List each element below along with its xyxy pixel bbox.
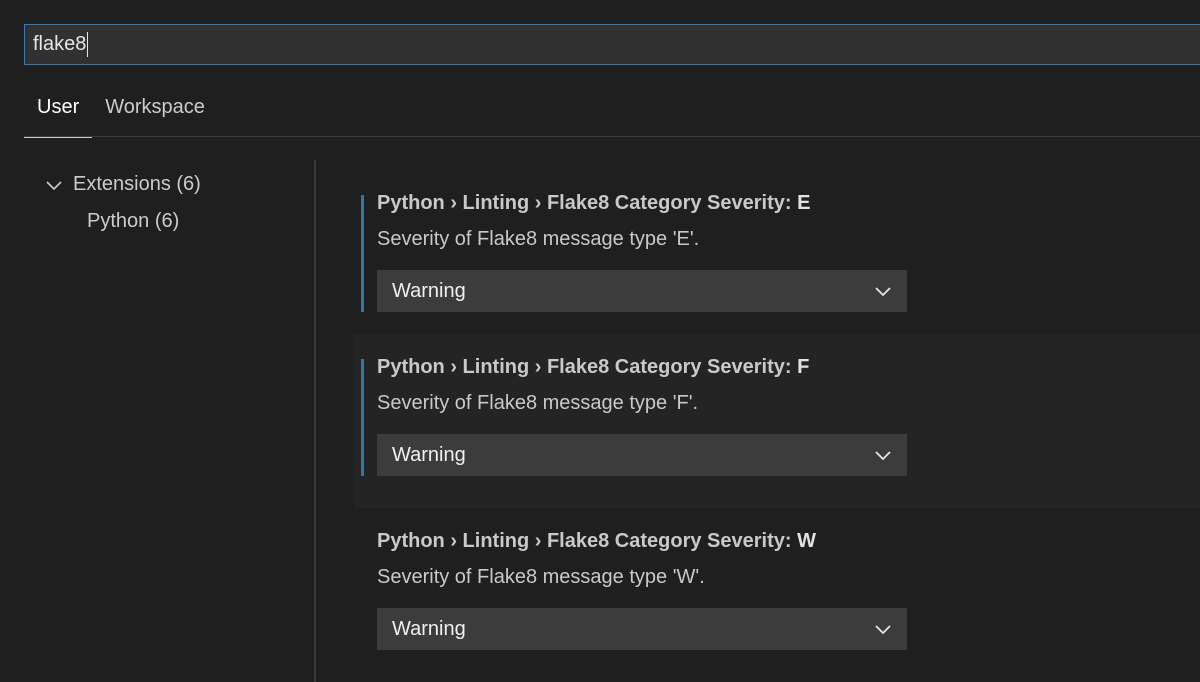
setting-key: E bbox=[797, 192, 811, 214]
settings-toc-tree: Extensions (6) Python (6) bbox=[44, 166, 201, 240]
setting-title: Python › Linting › Flake8 Category Sever… bbox=[377, 192, 810, 215]
setting-description: Severity of Flake8 message type 'E'. bbox=[377, 228, 700, 250]
toc-item-extensions[interactable]: Extensions (6) bbox=[44, 166, 201, 203]
severity-f-dropdown[interactable]: Warning bbox=[377, 434, 907, 476]
setting-title: Python › Linting › Flake8 Category Sever… bbox=[377, 356, 809, 379]
pane-divider bbox=[314, 160, 316, 682]
dropdown-value: Warning bbox=[392, 617, 466, 640]
chevron-down-icon bbox=[875, 287, 891, 297]
setting-key: W bbox=[797, 530, 816, 552]
settings-search-input[interactable]: flake8 bbox=[24, 24, 1200, 65]
setting-path: Python › Linting › Flake8 Category Sever… bbox=[377, 356, 798, 378]
tabs-divider bbox=[24, 136, 1200, 137]
setting-key: F bbox=[797, 356, 810, 378]
toc-item-python-label: Python (6) bbox=[87, 210, 180, 232]
setting-description: Severity of Flake8 message type 'F'. bbox=[377, 392, 699, 414]
dropdown-value: Warning bbox=[392, 279, 466, 302]
modified-indicator bbox=[361, 195, 364, 312]
chevron-down-icon bbox=[875, 625, 891, 635]
search-input-value: flake8 bbox=[33, 33, 87, 55]
setting-flake8-severity-e: Python › Linting › Flake8 Category Sever… bbox=[354, 170, 1200, 344]
toc-item-extensions-label: Extensions (6) bbox=[73, 173, 201, 195]
severity-e-dropdown[interactable]: Warning bbox=[377, 270, 907, 312]
modified-indicator bbox=[361, 359, 364, 476]
tab-user[interactable]: User bbox=[24, 88, 93, 138]
toc-item-python[interactable]: Python (6) bbox=[44, 203, 201, 240]
settings-scope-tabs: User Workspace bbox=[24, 88, 218, 138]
setting-description: Severity of Flake8 message type 'W'. bbox=[377, 566, 705, 588]
dropdown-value: Warning bbox=[392, 443, 466, 466]
setting-path: Python › Linting › Flake8 Category Sever… bbox=[377, 192, 798, 214]
setting-path: Python › Linting › Flake8 Category Sever… bbox=[377, 530, 798, 552]
tab-workspace[interactable]: Workspace bbox=[92, 88, 218, 136]
setting-title: Python › Linting › Flake8 Category Sever… bbox=[377, 530, 816, 553]
chevron-down-icon bbox=[875, 451, 891, 461]
text-cursor bbox=[87, 32, 89, 57]
setting-flake8-severity-w: Python › Linting › Flake8 Category Sever… bbox=[354, 508, 1200, 682]
setting-flake8-severity-f: Python › Linting › Flake8 Category Sever… bbox=[354, 334, 1200, 508]
severity-w-dropdown[interactable]: Warning bbox=[377, 608, 907, 650]
chevron-down-icon bbox=[46, 180, 62, 190]
